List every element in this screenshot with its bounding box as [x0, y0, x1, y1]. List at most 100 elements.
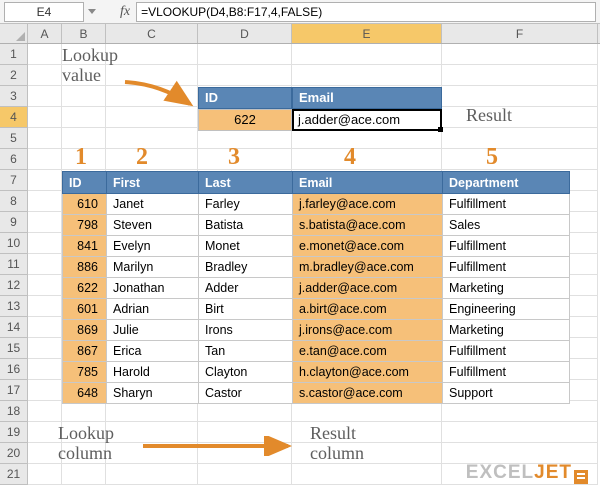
cell-last[interactable]: Monet — [199, 236, 293, 257]
active-cell-e4[interactable]: j.adder@ace.com — [292, 109, 442, 131]
col-header-d[interactable]: D — [198, 24, 292, 43]
table-row: 886MarilynBradleym.bradley@ace.comFulfil… — [63, 257, 570, 278]
cell-dept[interactable]: Fulfillment — [443, 362, 570, 383]
cell-last[interactable]: Clayton — [199, 362, 293, 383]
cell-dept[interactable]: Marketing — [443, 278, 570, 299]
lookup-id-header: ID — [198, 87, 292, 109]
cell-dept[interactable]: Fulfillment — [443, 194, 570, 215]
cell-dept[interactable]: Engineering — [443, 299, 570, 320]
cell-first[interactable]: Evelyn — [107, 236, 199, 257]
annotation-lookup-value: Lookup value — [62, 46, 118, 86]
cell-dept[interactable]: Support — [443, 383, 570, 404]
select-all-corner[interactable] — [0, 24, 28, 43]
cell-dept[interactable]: Sales — [443, 215, 570, 236]
data-table: ID First Last Email Department 610JanetF… — [62, 171, 570, 404]
name-box[interactable]: E4 — [4, 2, 84, 22]
arrow-lookup-value-icon — [120, 74, 200, 114]
cell-email[interactable]: j.farley@ace.com — [293, 194, 443, 215]
cell-email[interactable]: s.batista@ace.com — [293, 215, 443, 236]
exceljet-logo: EXCELJET — [466, 462, 588, 484]
cell-dept[interactable]: Fulfillment — [443, 341, 570, 362]
cell-first[interactable]: Marilyn — [107, 257, 199, 278]
cell-email[interactable]: e.tan@ace.com — [293, 341, 443, 362]
table-row: 601AdrianBirta.birt@ace.comEngineering — [63, 299, 570, 320]
table-header-row: ID First Last Email Department — [63, 172, 570, 194]
col-header-a[interactable]: A — [28, 24, 62, 43]
cell-last[interactable]: Adder — [199, 278, 293, 299]
logo-icon — [574, 470, 588, 484]
cell-last[interactable]: Farley — [199, 194, 293, 215]
table-row: 622JonathanAdderj.adder@ace.comMarketing — [63, 278, 570, 299]
cell-first[interactable]: Erica — [107, 341, 199, 362]
col-header-f[interactable]: F — [442, 24, 598, 43]
table-row: 841EvelynMonete.monet@ace.comFulfillment — [63, 236, 570, 257]
cell-id[interactable]: 869 — [63, 320, 107, 341]
cell-email[interactable]: j.adder@ace.com — [293, 278, 443, 299]
cell-first[interactable]: Sharyn — [107, 383, 199, 404]
arrow-columns-icon — [138, 436, 298, 456]
cell-last[interactable]: Birt — [199, 299, 293, 320]
th-first[interactable]: First — [107, 172, 199, 194]
annotation-lookup-column: Lookup column — [58, 424, 114, 464]
cell-last[interactable]: Tan — [199, 341, 293, 362]
cell-first[interactable]: Julie — [107, 320, 199, 341]
table-row: 648SharynCastors.castor@ace.comSupport — [63, 383, 570, 404]
fx-icon[interactable]: fx — [120, 4, 130, 20]
cell-id[interactable]: 798 — [63, 215, 107, 236]
cell-first[interactable]: Adrian — [107, 299, 199, 320]
colnum-1: 1 — [75, 144, 87, 171]
table-row: 867EricaTane.tan@ace.comFulfillment — [63, 341, 570, 362]
cell-email[interactable]: s.castor@ace.com — [293, 383, 443, 404]
colnum-5: 5 — [486, 144, 498, 171]
table-row: 798StevenBatistas.batista@ace.comSales — [63, 215, 570, 236]
th-last[interactable]: Last — [199, 172, 293, 194]
table-row: 785HaroldClaytonh.clayton@ace.comFulfill… — [63, 362, 570, 383]
col-header-b[interactable]: B — [62, 24, 106, 43]
table-row: 869JulieIronsj.irons@ace.comMarketing — [63, 320, 570, 341]
logo-text-1: EXCEL — [466, 462, 534, 484]
annotation-result-column: Result column — [310, 424, 364, 464]
cell-id[interactable]: 886 — [63, 257, 107, 278]
cell-id[interactable]: 841 — [63, 236, 107, 257]
cell-id[interactable]: 785 — [63, 362, 107, 383]
cell-email[interactable]: e.monet@ace.com — [293, 236, 443, 257]
cell-last[interactable]: Bradley — [199, 257, 293, 278]
lookup-email-header: Email — [292, 87, 442, 109]
colnum-4: 4 — [344, 144, 356, 171]
formula-input[interactable]: =VLOOKUP(D4,B8:F17,4,FALSE) — [136, 2, 596, 22]
cell-dept[interactable]: Marketing — [443, 320, 570, 341]
table-row: 610JanetFarleyj.farley@ace.comFulfillmen… — [63, 194, 570, 215]
th-dept[interactable]: Department — [443, 172, 570, 194]
cell-last[interactable]: Batista — [199, 215, 293, 236]
th-id[interactable]: ID — [63, 172, 107, 194]
cell-first[interactable]: Steven — [107, 215, 199, 236]
cell-dept[interactable]: Fulfillment — [443, 257, 570, 278]
annotation-result: Result — [466, 106, 512, 126]
col-header-c[interactable]: C — [106, 24, 198, 43]
col-header-e[interactable]: E — [292, 24, 442, 43]
cell-email[interactable]: h.clayton@ace.com — [293, 362, 443, 383]
cell-id[interactable]: 622 — [63, 278, 107, 299]
th-email[interactable]: Email — [293, 172, 443, 194]
colnum-3: 3 — [228, 144, 240, 171]
cell-dept[interactable]: Fulfillment — [443, 236, 570, 257]
column-headers: A B C D E F — [0, 24, 600, 44]
cell-email[interactable]: m.bradley@ace.com — [293, 257, 443, 278]
cell-id[interactable]: 610 — [63, 194, 107, 215]
logo-text-2: JET — [534, 462, 572, 484]
lookup-id-cell[interactable]: 622 — [198, 109, 292, 131]
cell-first[interactable]: Jonathan — [107, 278, 199, 299]
cell-email[interactable]: j.irons@ace.com — [293, 320, 443, 341]
cell-first[interactable]: Harold — [107, 362, 199, 383]
cell-id[interactable]: 648 — [63, 383, 107, 404]
cell-last[interactable]: Castor — [199, 383, 293, 404]
cell-id[interactable]: 601 — [63, 299, 107, 320]
cell-last[interactable]: Irons — [199, 320, 293, 341]
cell-email[interactable]: a.birt@ace.com — [293, 299, 443, 320]
formula-bar: E4 fx =VLOOKUP(D4,B8:F17,4,FALSE) — [0, 0, 600, 24]
colnum-2: 2 — [136, 144, 148, 171]
cell-first[interactable]: Janet — [107, 194, 199, 215]
lookup-value-row: 622 j.adder@ace.com — [198, 109, 442, 131]
namebox-dropdown-icon[interactable] — [88, 9, 96, 14]
cell-id[interactable]: 867 — [63, 341, 107, 362]
